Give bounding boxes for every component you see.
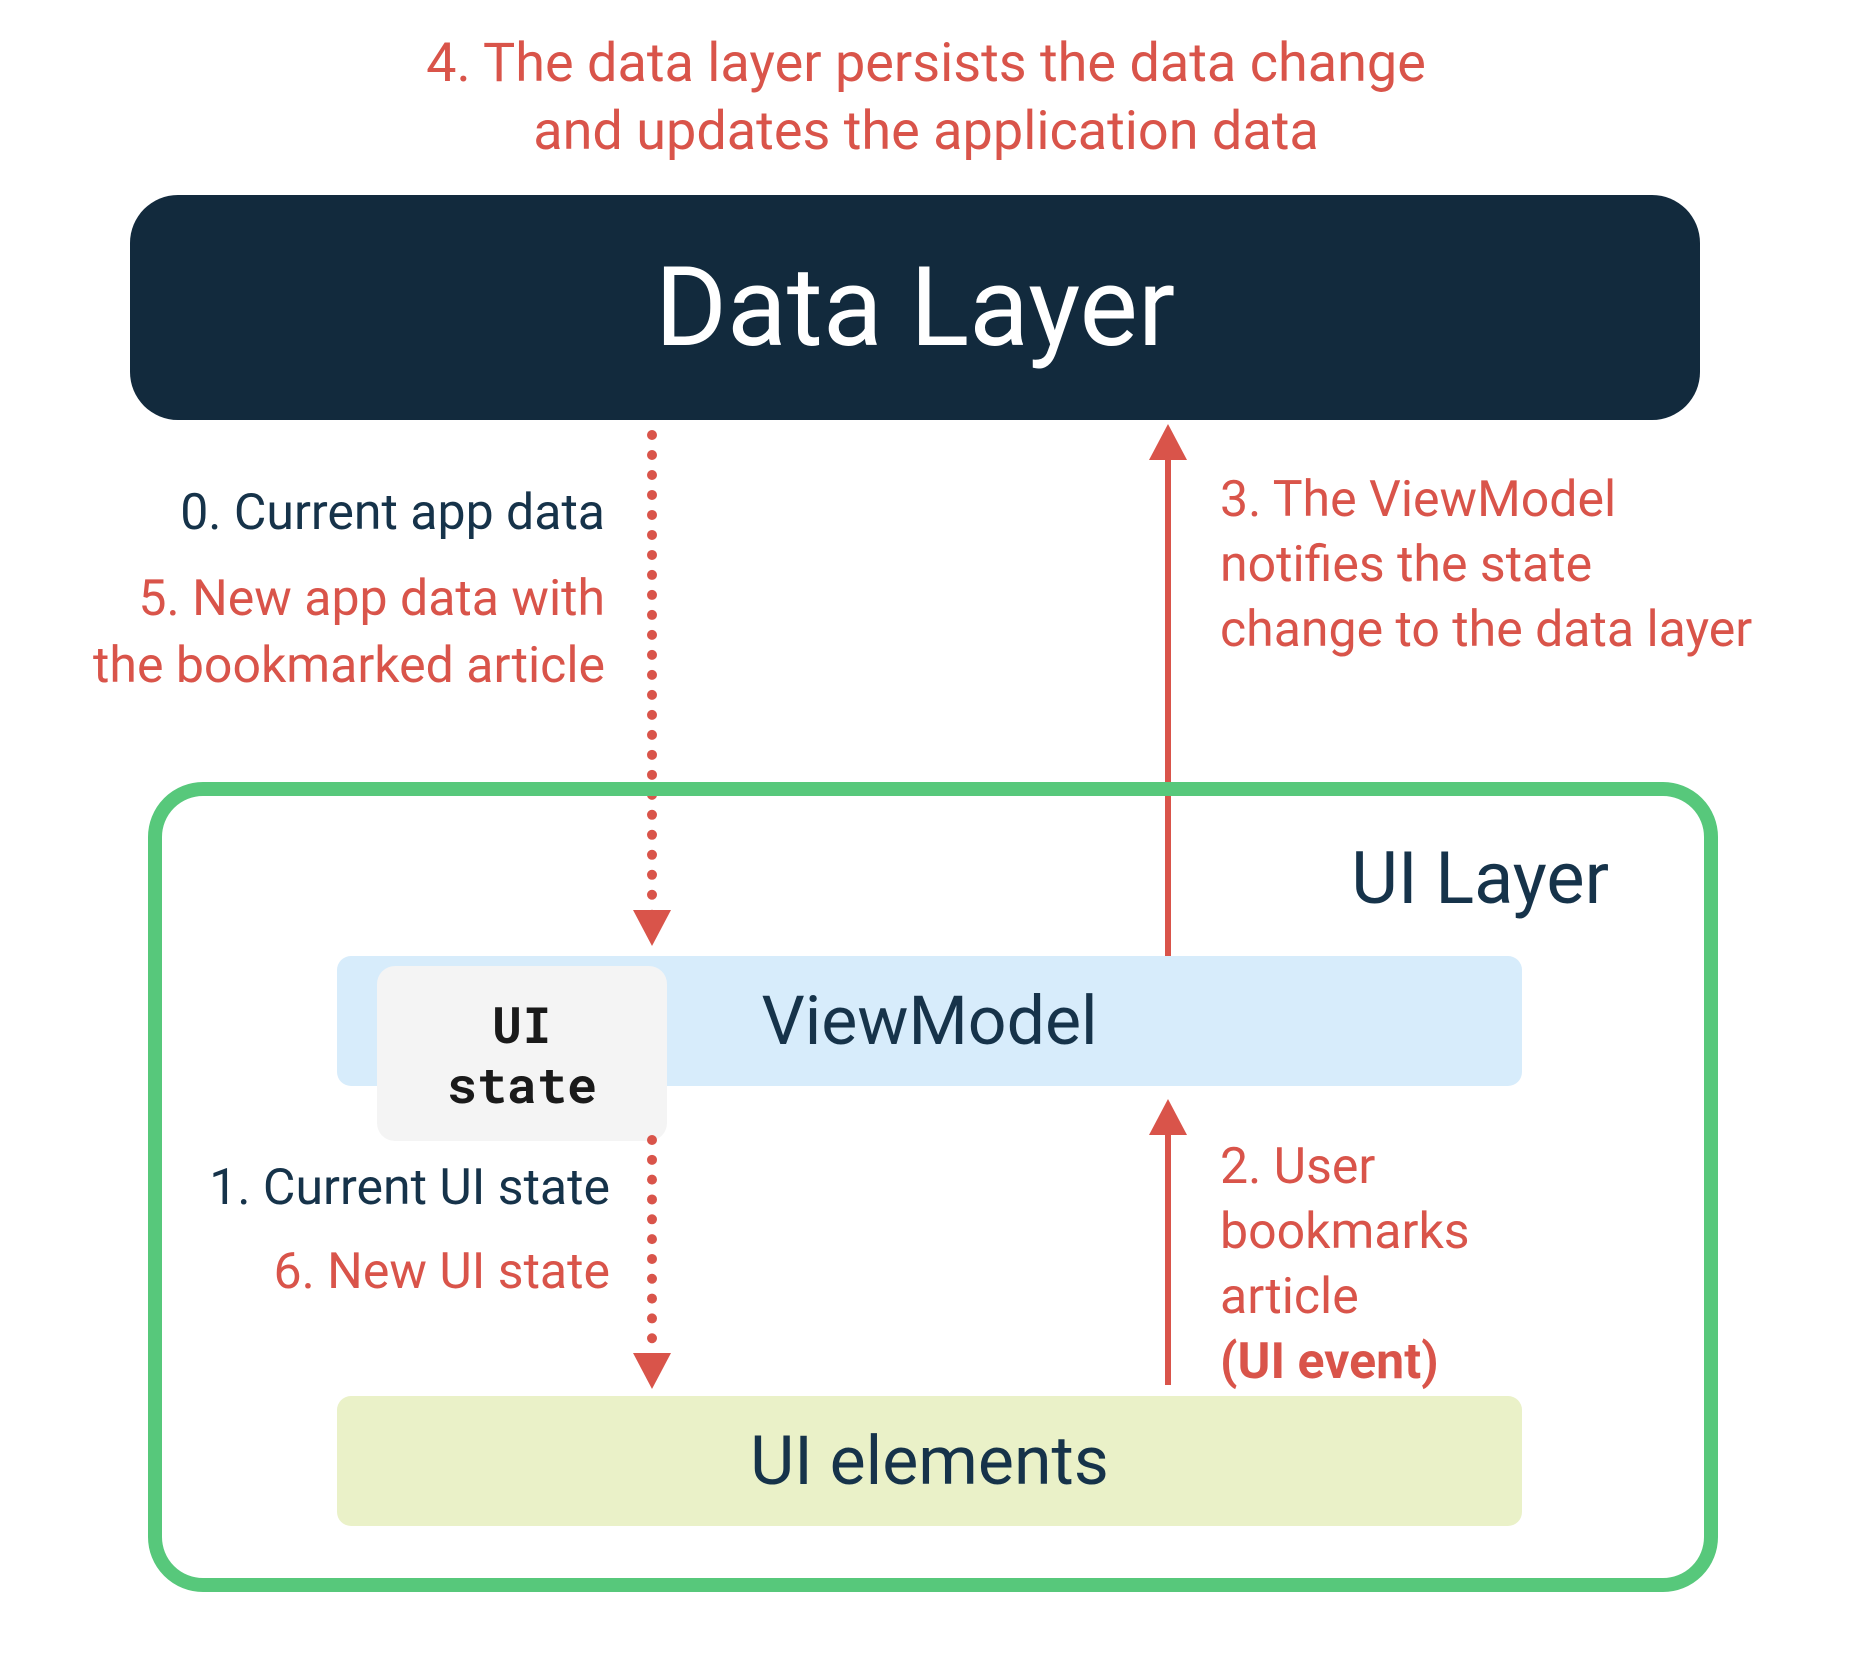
- ui-state-chip: UI state: [377, 966, 667, 1141]
- ui-elements-label: UI elements: [750, 1421, 1109, 1501]
- arrow-viewmodel-to-elements: [647, 1135, 657, 1383]
- data-layer-box: Data Layer: [130, 195, 1700, 420]
- step-2-annotation: 2. User bookmarks article (UI event): [1220, 1135, 1640, 1395]
- step-2-line-1: 2. User: [1220, 1138, 1375, 1196]
- step-5-annotation: 5. New app data with the bookmarked arti…: [85, 566, 605, 701]
- step-2-line-2: bookmarks: [1220, 1203, 1470, 1261]
- ui-layer-label: UI Layer: [1351, 836, 1609, 921]
- step-6-annotation: 6. New UI state: [180, 1239, 610, 1307]
- step-2-line-3: article: [1220, 1268, 1359, 1326]
- ui-state-label: UI state: [447, 994, 597, 1114]
- ui-elements-box: UI elements: [337, 1396, 1522, 1526]
- step-1-annotation: 1. Current UI state: [180, 1155, 610, 1223]
- diagram-stage: 4. The data layer persists the data chan…: [0, 0, 1852, 1656]
- step-4-annotation: 4. The data layer persists the data chan…: [0, 30, 1852, 165]
- step-4-line-1: 4. The data layer persists the data chan…: [426, 32, 1426, 95]
- viewmodel-label: ViewModel: [761, 981, 1097, 1061]
- step-2-line-4: (UI event): [1220, 1333, 1439, 1391]
- step-3-annotation: 3. The ViewModel notifies the state chan…: [1220, 468, 1760, 663]
- data-layer-label: Data Layer: [655, 243, 1175, 372]
- low-left-annotations: 1. Current UI state 6. New UI state: [180, 1155, 610, 1306]
- step-0-annotation: 0. Current app data: [85, 480, 605, 548]
- arrow-elements-to-viewmodel: [1165, 1105, 1171, 1385]
- mid-left-annotations: 0. Current app data 5. New app data with…: [85, 480, 605, 701]
- step-4-line-2: and updates the application data: [533, 100, 1319, 163]
